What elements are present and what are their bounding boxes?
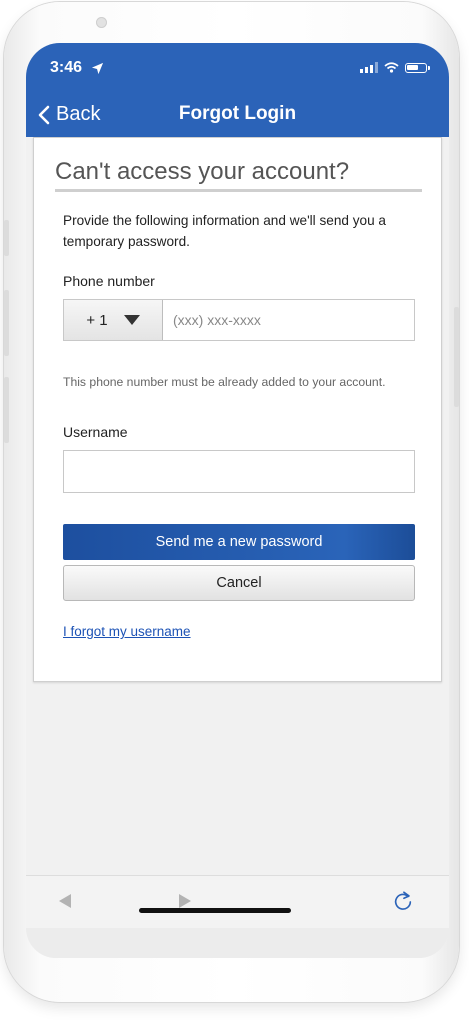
screen: 3:46 Back Forgot Login Can't access your…: [26, 43, 449, 958]
heading-divider: [55, 189, 422, 192]
country-code-select[interactable]: + 1: [64, 300, 163, 340]
reload-button[interactable]: [392, 890, 414, 912]
browser-toolbar: [26, 875, 449, 929]
browser-back-icon: [59, 894, 71, 908]
location-arrow-icon: [91, 62, 104, 75]
form-heading: Can't access your account?: [55, 158, 350, 185]
send-new-password-button[interactable]: Send me a new password: [63, 524, 415, 560]
caret-down-icon: [123, 315, 140, 325]
mute-switch: [4, 220, 9, 256]
wifi-icon: [384, 62, 399, 73]
phone-number-label: Phone number: [63, 273, 155, 289]
forgot-username-link[interactable]: I forgot my username: [63, 624, 191, 639]
volume-up-button: [4, 290, 9, 356]
forgot-login-form: Can't access your account? Provide the f…: [33, 137, 442, 682]
username-label: Username: [63, 424, 128, 440]
phone-hint: This phone number must be already added …: [63, 375, 386, 389]
page-title: Forgot Login: [178, 103, 297, 124]
phone-number-input[interactable]: [163, 300, 414, 340]
phone-number-field: + 1: [63, 299, 415, 341]
front-camera: [96, 17, 107, 28]
phone-frame: 3:46 Back Forgot Login Can't access your…: [4, 2, 459, 1002]
form-description: Provide the following information and we…: [63, 213, 386, 249]
battery-icon: [405, 62, 430, 73]
status-icons: [360, 62, 430, 73]
cancel-button[interactable]: Cancel: [63, 565, 415, 601]
status-time: 3:46: [50, 59, 83, 76]
app-header: 3:46 Back Forgot Login: [26, 43, 449, 137]
signal-icon: [360, 62, 378, 73]
reload-icon: [394, 891, 412, 910]
power-button: [454, 307, 459, 407]
country-code-value: + 1: [86, 311, 108, 329]
username-input[interactable]: [63, 450, 415, 493]
volume-down-button: [4, 377, 9, 443]
home-indicator[interactable]: [139, 908, 291, 913]
browser-back-button[interactable]: [54, 890, 76, 912]
home-indicator-area: [26, 928, 449, 958]
